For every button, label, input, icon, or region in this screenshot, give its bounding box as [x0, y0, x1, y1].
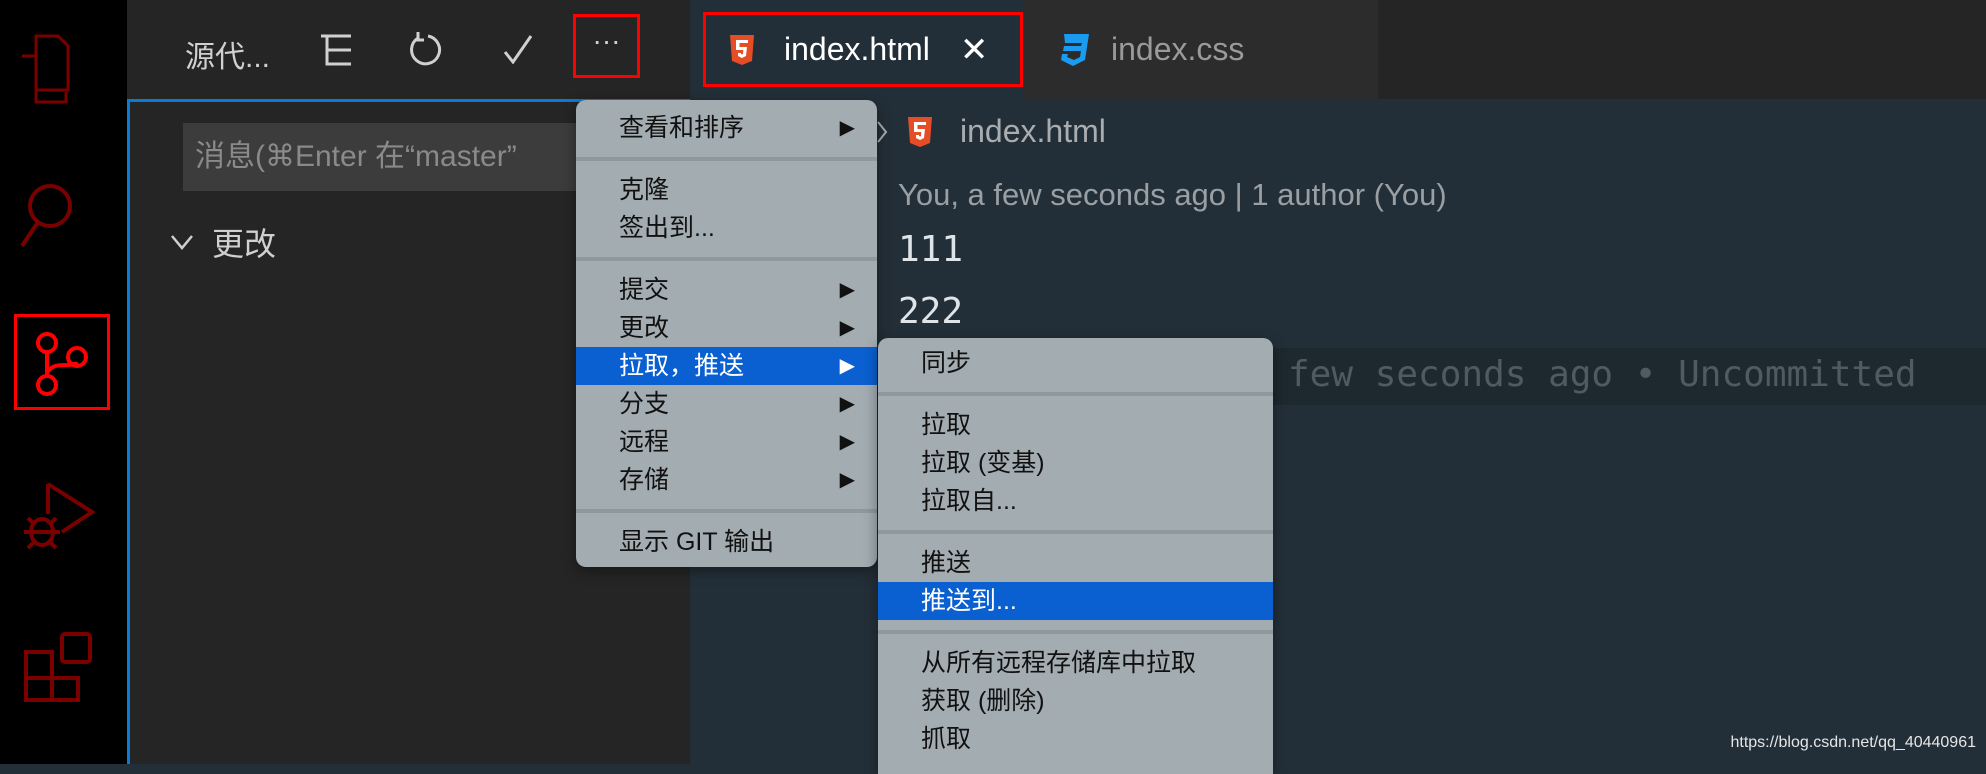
- extensions-icon[interactable]: [22, 632, 94, 702]
- menu-item[interactable]: 抓取: [878, 720, 1273, 758]
- submenu-arrow-icon: ▶: [839, 393, 855, 415]
- menu-item-label: 从所有远程存储库中拉取: [921, 649, 1197, 677]
- more-actions-button[interactable]: ···: [573, 14, 640, 78]
- tab-bar: index.html ✕ index.css: [690, 0, 1986, 99]
- menu-item[interactable]: 拉取: [878, 406, 1273, 444]
- menu-item-label: 存储: [619, 466, 670, 494]
- search-icon[interactable]: [20, 182, 72, 252]
- submenu-arrow-icon: ▶: [839, 469, 855, 491]
- menu-item-label: 拉取 (变基): [921, 449, 1045, 477]
- changes-label: 更改: [212, 226, 277, 262]
- chevron-right-icon: [877, 120, 888, 143]
- breadcrumb[interactable]: index.html: [876, 113, 1106, 150]
- activity-bar: [0, 0, 127, 764]
- submenu-arrow-icon: ▶: [839, 317, 855, 339]
- menu-item[interactable]: 拉取自...: [878, 482, 1273, 520]
- menu-item-label: 签出到...: [619, 214, 715, 242]
- chevron-down-icon: [171, 235, 193, 250]
- menu-item-label: 提交: [619, 276, 670, 304]
- inline-blame: few seconds ago • Uncommitted: [1288, 354, 1917, 395]
- menu-separator: [878, 520, 1273, 544]
- commit-message-input[interactable]: 消息(⌘Enter 在“master”: [183, 123, 603, 191]
- menu-item-label: 获取 (删除): [921, 687, 1045, 715]
- css3-icon: [1061, 33, 1089, 66]
- menu-item[interactable]: 获取 (删除): [878, 682, 1273, 720]
- menu-separator: [878, 382, 1273, 406]
- submenu-arrow-icon: ▶: [839, 279, 855, 301]
- menu-item-label: 推送: [921, 549, 972, 577]
- menu-item[interactable]: 更改 ▶: [576, 309, 877, 347]
- menu-item[interactable]: 签出到...: [576, 209, 877, 247]
- submenu-arrow-icon: ▶: [839, 355, 855, 377]
- watermark: https://blog.csdn.net/qq_40440961: [1730, 734, 1976, 751]
- tab-index-css[interactable]: index.css: [1023, 0, 1378, 99]
- menu-item-label: 拉取，推送: [619, 352, 745, 380]
- menu-item-label: 显示 GIT 输出: [619, 528, 775, 556]
- menu-item[interactable]: 存储 ▶: [576, 461, 877, 499]
- commit-check-icon[interactable]: [503, 34, 533, 64]
- code-line-2: 222: [898, 291, 964, 332]
- pull-push-submenu: 同步拉取拉取 (变基) 拉取自... 推送推送到... 从所有远程存储库中拉取 获取 (…: [878, 338, 1273, 774]
- sidebar-title: 源代...: [185, 41, 271, 74]
- files-icon[interactable]: [20, 34, 70, 106]
- menu-item[interactable]: 分支 ▶: [576, 385, 877, 423]
- tab-index-html[interactable]: index.html ✕: [690, 0, 1023, 99]
- menu-item-label: 克隆: [619, 176, 670, 204]
- menu-item-label: 拉取: [921, 411, 972, 439]
- submenu-arrow-icon: ▶: [839, 117, 855, 139]
- breadcrumb-file: index.html: [960, 113, 1106, 149]
- menu-item-label: 更改: [619, 314, 670, 342]
- menu-item[interactable]: 推送到...: [878, 582, 1273, 620]
- html5-icon: [908, 116, 932, 147]
- menu-item-label: 抓取: [921, 725, 972, 753]
- menu-item[interactable]: 拉取，推送 ▶: [576, 347, 877, 385]
- menu-item-label: 推送到...: [921, 587, 1017, 615]
- menu-separator: [576, 147, 877, 171]
- menu-item[interactable]: 拉取 (变基): [878, 444, 1273, 482]
- codelens-blame[interactable]: You, a few seconds ago | 1 author (You): [898, 177, 1447, 213]
- menu-item-label: 查看和排序: [619, 114, 745, 142]
- debug-icon[interactable]: [22, 482, 97, 552]
- menu-item[interactable]: 提交 ▶: [576, 271, 877, 309]
- tab-label: index.css: [1111, 31, 1245, 67]
- menu-item-label: 分支: [619, 390, 670, 418]
- code-line-1: 111: [898, 229, 964, 270]
- view-as-tree-icon[interactable]: [319, 34, 353, 66]
- refresh-icon[interactable]: [410, 30, 444, 68]
- menu-item[interactable]: 查看和排序 ▶: [576, 109, 877, 147]
- menu-separator: [576, 499, 877, 523]
- menu-item[interactable]: 同步: [878, 344, 1273, 382]
- submenu-arrow-icon: ▶: [839, 431, 855, 453]
- menu-item-label: 拉取自...: [921, 487, 1017, 515]
- menu-separator: [576, 247, 877, 271]
- more-actions-menu: 查看和排序 ▶ 克隆签出到... 提交 ▶ 更改 ▶ 拉取，推送 ▶ 分支 ▶ 远程 ▶ 存储 ▶ 显示 GI…: [576, 100, 877, 567]
- menu-item[interactable]: 推送: [878, 544, 1273, 582]
- menu-item[interactable]: 克隆: [576, 171, 877, 209]
- menu-separator: [878, 620, 1273, 644]
- menu-item[interactable]: 从所有远程存储库中拉取: [878, 644, 1273, 682]
- source-control-icon: [36, 332, 88, 396]
- menu-item-label: 同步: [921, 349, 972, 377]
- menu-item-label: 远程: [619, 428, 670, 456]
- annotation-box: [703, 12, 1023, 87]
- changes-section-header[interactable]: 更改: [170, 219, 276, 265]
- menu-item[interactable]: 显示 GIT 输出: [576, 523, 877, 561]
- source-control-button[interactable]: [14, 314, 110, 410]
- menu-item[interactable]: 远程 ▶: [576, 423, 877, 461]
